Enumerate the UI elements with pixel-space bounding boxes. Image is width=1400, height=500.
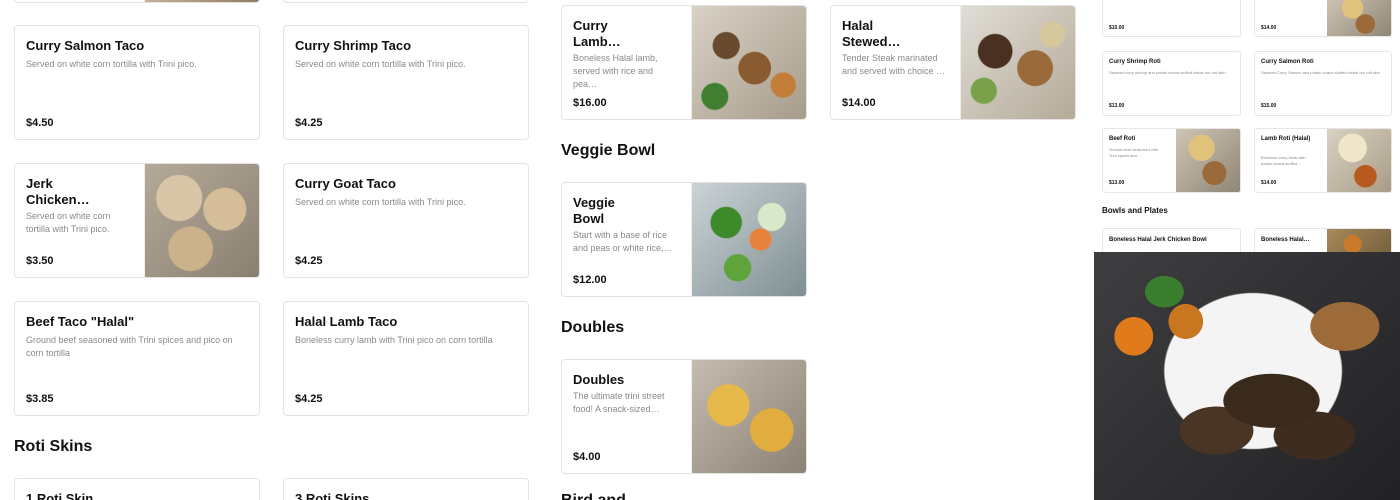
menu-item-name: Lamb Roti (Halal) <box>1261 136 1311 142</box>
menu-item-name: Boneless Halal… <box>1261 237 1310 243</box>
menu-item-card-1-roti-skin[interactable]: 1 Roti Skin <box>14 478 260 500</box>
menu-item-description: Boneless Halal lamb, served with rice an… <box>573 53 658 89</box>
menu-item-card-jerk-chicken-taco[interactable]: Jerk Chicken… Served on white corn torti… <box>14 163 260 278</box>
menu-item-price: $3.85 <box>26 393 54 405</box>
menu-item-price: $13.00 <box>1109 180 1125 186</box>
menu-item-description: Ground beef seasoned with Trini spices a… <box>1109 147 1158 158</box>
beef-roti-photo <box>1176 129 1240 192</box>
menu-item-name: Curry Shrimp Roti <box>1109 59 1161 65</box>
menu-item-price: $10.00 <box>1109 25 1125 31</box>
section-heading-roti-skins: Roti Skins <box>14 438 93 455</box>
menu-item-description: Sautéed Curry Salmon and potato chana st… <box>1261 70 1380 75</box>
menu-item-card-curry-shrimp-taco[interactable]: Curry Shrimp Taco Served on white corn t… <box>283 25 529 140</box>
menu-item-price: $13.00 <box>1109 103 1125 109</box>
veggie-bowl-photo <box>691 183 806 296</box>
section-heading-partial: Bird and… <box>561 492 642 500</box>
menu-item-price: $12.00 <box>573 274 607 286</box>
mini-card-lamb-roti[interactable]: Lamb Roti (Halal) Boneless curry lamb wi… <box>1254 128 1392 193</box>
section-heading-doubles: Doubles <box>561 319 625 336</box>
menu-item-name: Doubles <box>573 372 625 387</box>
menu-item-card-halal-stewed-steak[interactable]: Halal Stewed… Tender Steak marinated and… <box>830 5 1076 120</box>
menu-item-price: $16.00 <box>573 97 607 109</box>
mini-card-curry-salmon-roti[interactable]: Curry Salmon Roti Sautéed Curry Salmon a… <box>1254 51 1392 116</box>
menu-item-name: 1 Roti Skin <box>26 491 94 500</box>
menu-item-description: Boneless curry lamb with Trini pico on c… <box>295 335 493 345</box>
menu-item-price: $4.00 <box>573 451 601 463</box>
menu-item-price: $14.00 <box>1261 180 1277 186</box>
menu-item-description: Served on white corn tortilla with Trini… <box>26 59 197 69</box>
menu-item-price: $4.25 <box>295 255 323 267</box>
mini-card-curry-shrimp-roti[interactable]: Curry Shrimp Roti Sautéed curry shrimp a… <box>1102 51 1241 116</box>
menu-item-card-doubles[interactable]: Doubles The ultimate trini street food! … <box>561 359 807 474</box>
menu-item-name: Curry Shrimp Taco <box>295 38 412 53</box>
menu-item-description: Boneless curry lamb with potato chana st… <box>1261 155 1306 166</box>
menu-item-card-3-roti-skins[interactable]: 3 Roti Skins <box>283 478 529 500</box>
menu-item-name: Halal Lamb Taco <box>295 314 398 329</box>
lamb-roti-photo <box>1327 129 1391 192</box>
doubles-photo <box>691 360 806 473</box>
menu-item-description: Served on white corn tortilla with Trini… <box>295 59 466 69</box>
menu-item-card-curry-lamb[interactable]: Curry Lamb… Boneless Halal lamb, served … <box>561 5 807 120</box>
mini-card-partial[interactable]: $14.00 <box>1254 0 1392 37</box>
jerk-chicken-plate-photo[interactable] <box>1094 252 1400 500</box>
menu-item-name: 3 Roti Skins <box>295 491 370 500</box>
menu-item-card-halal-lamb-taco[interactable]: Halal Lamb Taco Boneless curry lamb with… <box>283 301 529 416</box>
menu-item-name: Jerk Chicken… <box>26 176 90 207</box>
stewed-steak-photo <box>960 6 1075 119</box>
jerk-chicken-tacos-photo <box>144 164 259 277</box>
menu-item-name: Beef Roti <box>1109 136 1136 142</box>
section-heading-veggie-bowl: Veggie Bowl <box>561 142 656 159</box>
menu-item-card-veggie-bowl[interactable]: Veggie Bowl Start with a base of rice an… <box>561 182 807 297</box>
menu-item-description: Ground beef seasoned with Trini spices a… <box>26 335 233 358</box>
curry-lamb-photo <box>691 6 806 119</box>
section-heading-bowls-and-plates: Bowls and Plates <box>1102 206 1168 215</box>
menu-item-description: The ultimate trini street food! A snack-… <box>573 391 665 414</box>
menu-item-name: Curry Lamb… <box>573 18 621 49</box>
menu-item-description: Tender Steak marinated and served with c… <box>842 53 946 76</box>
menu-item-price: $3.50 <box>26 255 54 267</box>
menu-item-price: $15.00 <box>1261 103 1277 109</box>
mini-card-beef-roti[interactable]: Beef Roti Ground beef seasoned with Trin… <box>1102 128 1241 193</box>
menu-page: Curry Salmon Taco Served on white corn t… <box>0 0 1400 500</box>
menu-item-name: Beef Taco "Halal" <box>26 314 135 329</box>
menu-item-photo <box>144 0 259 2</box>
menu-item-name: Halal Stewed… <box>842 18 901 49</box>
menu-item-name: Curry Goat Taco <box>295 176 396 191</box>
menu-item-price: $4.25 <box>295 393 323 405</box>
menu-item-price: $4.50 <box>26 117 54 129</box>
menu-item-card-curry-salmon-taco[interactable]: Curry Salmon Taco Served on white corn t… <box>14 25 260 140</box>
menu-item-name: Curry Salmon Taco <box>26 38 145 53</box>
menu-item-description: Served on white corn tortilla with Trini… <box>295 197 466 207</box>
menu-item-photo <box>1327 0 1391 36</box>
menu-item-description: Start with a base of rice and peas or wh… <box>573 230 673 253</box>
menu-item-card-partial[interactable] <box>14 0 260 3</box>
menu-item-card-partial[interactable] <box>283 0 529 3</box>
menu-item-price: $14.00 <box>1261 25 1277 31</box>
menu-item-price: $14.00 <box>842 97 876 109</box>
menu-item-price: $4.25 <box>295 117 323 129</box>
menu-item-name: Veggie Bowl <box>573 195 615 226</box>
menu-item-card-beef-taco-halal[interactable]: Beef Taco "Halal" Ground beef seasoned w… <box>14 301 260 416</box>
menu-item-description: Served on white corn tortilla with Trini… <box>26 211 111 234</box>
mini-card-partial[interactable]: $10.00 <box>1102 0 1241 37</box>
menu-item-name: Boneless Halal Jerk Chicken Bowl <box>1109 237 1207 243</box>
menu-item-description: Sautéed curry shrimp and potato chana st… <box>1109 70 1227 75</box>
menu-item-name: Curry Salmon Roti <box>1261 59 1314 65</box>
menu-item-card-curry-goat-taco[interactable]: Curry Goat Taco Served on white corn tor… <box>283 163 529 278</box>
